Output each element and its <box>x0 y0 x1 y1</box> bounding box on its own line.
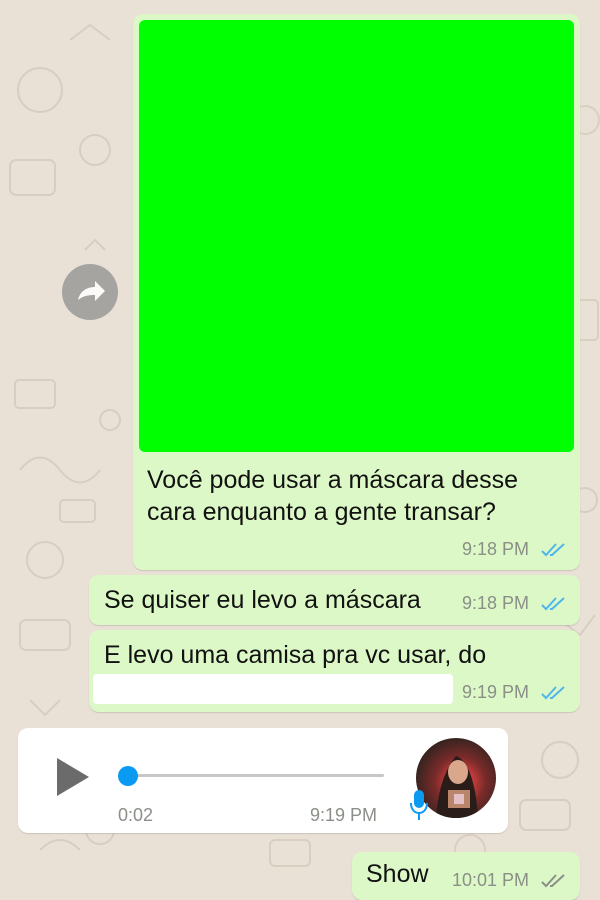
message-time: 10:01 PM <box>451 870 529 890</box>
double-check-icon <box>541 597 565 611</box>
message-text: Você pode usar a máscara desse cara enqu… <box>147 464 518 528</box>
message-time: 9:19 PM <box>461 682 529 702</box>
message-text: Show <box>366 860 429 888</box>
message-bubble[interactable]: E levo uma camisa pra vc usar, do 9:19 P… <box>89 630 580 712</box>
message-text: E levo uma camisa pra vc usar, do <box>104 641 487 669</box>
message-time: 9:18 PM <box>461 593 529 613</box>
message-bubble[interactable]: Se quiser eu levo a máscara 9:18 PM <box>89 575 580 625</box>
double-check-icon <box>541 686 565 700</box>
message-time: 9:19 PM <box>310 805 378 825</box>
message-bubble[interactable]: Show 10:01 PM <box>352 852 580 900</box>
forward-button[interactable] <box>62 264 118 320</box>
forward-arrow-icon <box>78 281 105 301</box>
audio-duration: 0:02 <box>118 805 154 825</box>
message-time: 9:18 PM <box>461 539 529 559</box>
microphone-icon <box>410 790 428 820</box>
message-meta: 9:18 PM <box>462 539 568 560</box>
audio-progress-knob[interactable] <box>118 766 138 786</box>
double-check-icon <box>541 543 565 557</box>
message-meta: 9:18 PM <box>462 593 568 614</box>
redacted-text <box>93 674 453 704</box>
double-check-icon <box>541 874 565 888</box>
message-meta: 10:01 PM <box>452 870 568 891</box>
audio-progress-track[interactable] <box>126 774 384 777</box>
message-bubble-media[interactable]: Você pode usar a máscara desse cara enqu… <box>133 14 580 570</box>
media-image[interactable] <box>139 20 574 452</box>
message-text-line: Você pode usar a máscara desse <box>147 466 519 494</box>
message-text: Se quiser eu levo a máscara <box>104 586 421 614</box>
message-meta: 9:19 PM <box>462 682 568 703</box>
voice-message-bubble[interactable]: 0:02 9:19 PM <box>18 728 508 833</box>
play-icon[interactable] <box>54 755 94 799</box>
message-text-line: cara enquanto a gente transar? <box>147 498 496 526</box>
